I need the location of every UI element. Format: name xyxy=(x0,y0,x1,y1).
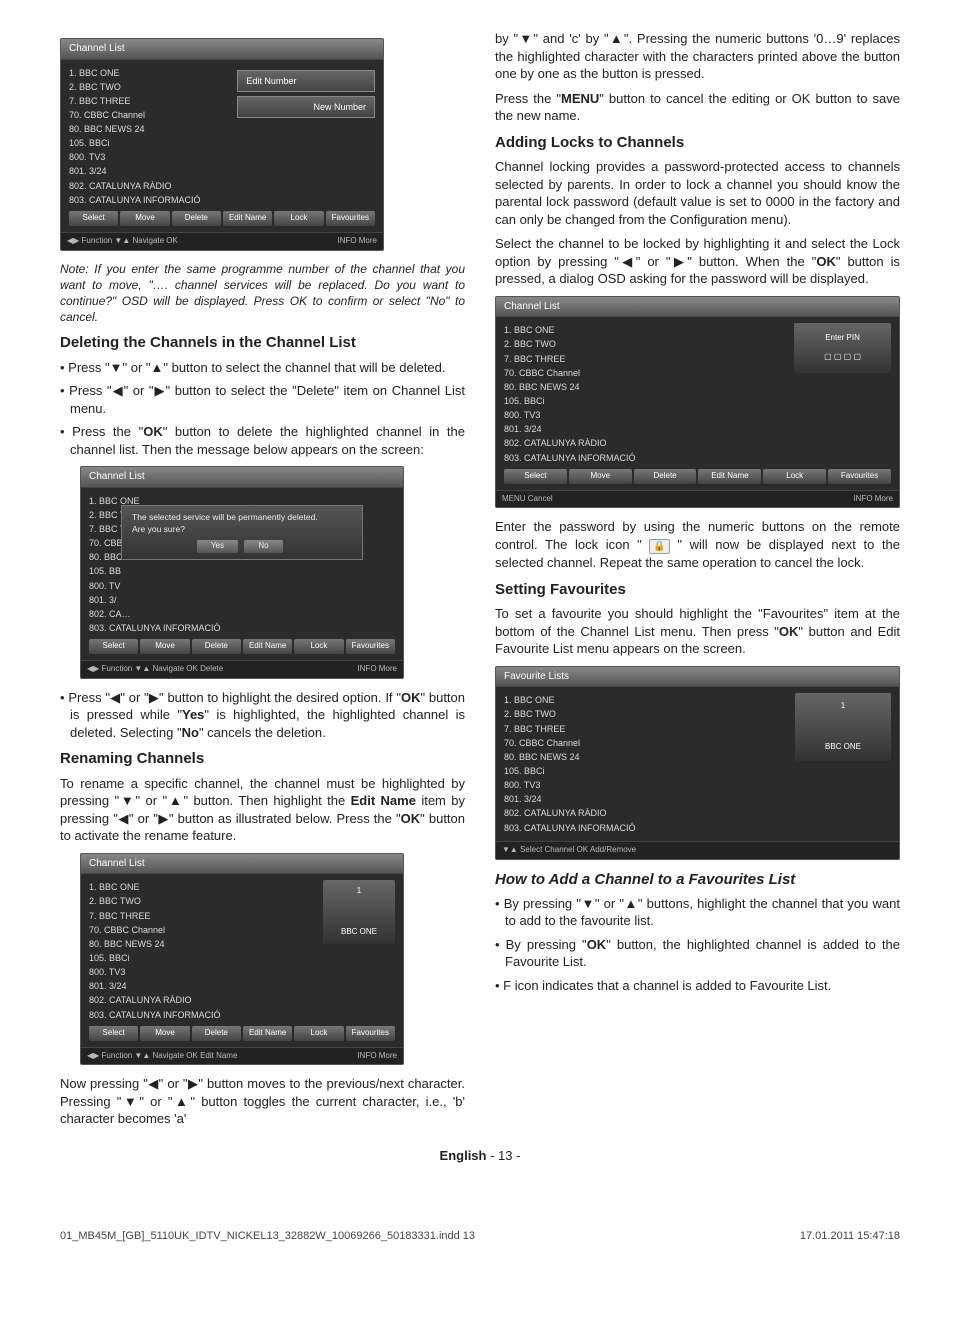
osd-title: Channel List xyxy=(81,467,403,488)
paragraph: by "▼" and 'c' by "▲". Pressing the nume… xyxy=(495,30,900,83)
heading-deleting: Deleting the Channels in the Channel Lis… xyxy=(60,333,465,353)
footer-right: INFO More xyxy=(337,236,377,247)
enter-pin-box: Enter PIN▢ ▢ ▢ ▢ xyxy=(794,323,891,373)
paragraph: To set a favourite you should highlight … xyxy=(495,605,900,658)
bullet: By pressing "OK" button, the highlighted… xyxy=(495,936,900,971)
heading-favourites: Setting Favourites xyxy=(495,580,900,600)
channel-row: 803. CATALUNYA INFORMACIÓ xyxy=(69,193,375,207)
footer-right: INFO More xyxy=(357,664,397,675)
action: Edit Name xyxy=(223,211,272,226)
channel-row: 803. CATALUNYA INFORMACIÓ xyxy=(89,621,395,635)
channel-row: 105. BB xyxy=(89,564,395,578)
channel-row: 802. CA… xyxy=(89,607,395,621)
heading-renaming: Renaming Channels xyxy=(60,749,465,769)
channel-list-edit-name: Channel List 1BBC ONE 1. BBC ONE 2. BBC … xyxy=(80,853,404,1066)
channel-list-enter-pin: Channel List Enter PIN▢ ▢ ▢ ▢ 1. BBC ONE… xyxy=(495,296,900,509)
popup-edit-number: Edit Number xyxy=(237,70,375,92)
meta-left: 01_MB45M_[GB]_5110UK_IDTV_NICKEL13_32882… xyxy=(60,1229,475,1244)
dialog-text: The selected service will be permanently… xyxy=(132,512,352,535)
note-text: Note: If you enter the same programme nu… xyxy=(60,261,465,326)
bullet: Press "◀" or "▶" button to select the "D… xyxy=(60,382,465,417)
channel-row: 105. BBCi xyxy=(69,136,375,150)
osd-title: Channel List xyxy=(81,854,403,875)
paragraph: Channel locking provides a password-prot… xyxy=(495,158,900,228)
bullet: Press "▼" or "▲" button to select the ch… xyxy=(60,359,465,377)
footer-left: ◀▶ Function ▼▲ Navigate OK Delete xyxy=(87,664,223,675)
meta-right: 17.01.2011 15:47:18 xyxy=(800,1229,900,1244)
bullet: Press the "OK" button to delete the high… xyxy=(60,423,465,458)
yes-button: Yes xyxy=(197,540,238,553)
favourite-lists: Favourite Lists 1BBC ONE 1. BBC ONE 2. B… xyxy=(495,666,900,860)
osd-title: Channel List xyxy=(61,39,383,60)
paragraph: Select the channel to be locked by highl… xyxy=(495,235,900,288)
osd-actions: SelectMoveDeleteEdit NameLockFavourites xyxy=(89,639,395,654)
channel-row: 800. TV xyxy=(89,579,395,593)
action: Delete xyxy=(172,211,221,226)
paragraph: Press the "MENU" button to cancel the ed… xyxy=(495,90,900,125)
no-button: No xyxy=(244,540,282,553)
channel-row: 801. 3/24 xyxy=(69,164,375,178)
paragraph: Now pressing "◀" or "▶" button moves to … xyxy=(60,1075,465,1128)
page-footer: English - 13 - xyxy=(60,1147,900,1165)
preview-box: 1BBC ONE xyxy=(323,880,395,944)
action: Lock xyxy=(274,211,323,226)
preview-box: 1BBC ONE xyxy=(795,693,891,761)
print-meta: 01_MB45M_[GB]_5110UK_IDTV_NICKEL13_32882… xyxy=(60,1225,900,1244)
action: Favourites xyxy=(326,211,375,226)
action: Move xyxy=(120,211,169,226)
channel-row: 801. 3/ xyxy=(89,593,395,607)
channel-list-edit-number: Channel List Edit Number New Number 1. B… xyxy=(60,38,384,251)
bullet: By pressing "▼" or "▲" buttons, highligh… xyxy=(495,895,900,930)
heading-add-favourite: How to Add a Channel to a Favourites Lis… xyxy=(495,870,900,890)
channel-row: 80. BBC NEWS 24 xyxy=(69,122,375,136)
paragraph: Enter the password by using the numeric … xyxy=(495,518,900,572)
bullet: Press "◀" or "▶" button to highlight the… xyxy=(60,689,465,742)
footer-left: ◀▶ Function ▼▲ Navigate OK xyxy=(67,236,178,247)
bullet: F icon indicates that a channel is added… xyxy=(495,977,900,995)
heading-locks: Adding Locks to Channels xyxy=(495,133,900,153)
paragraph: To rename a specific channel, the channe… xyxy=(60,775,465,845)
channel-row: 800. TV3 xyxy=(69,150,375,164)
action: Select xyxy=(69,211,118,226)
channel-list-delete-confirm: Channel List 1. BBC ONE 2. BBC TWO 7. BB… xyxy=(80,466,404,679)
channel-row: 802. CATALUNYA RÀDIO xyxy=(69,179,375,193)
popup-new-number: New Number xyxy=(237,96,375,118)
lock-icon: 🔒 xyxy=(649,539,669,555)
confirm-dialog: The selected service will be permanently… xyxy=(121,505,363,560)
osd-actions: Select Move Delete Edit Name Lock Favour… xyxy=(69,211,375,226)
